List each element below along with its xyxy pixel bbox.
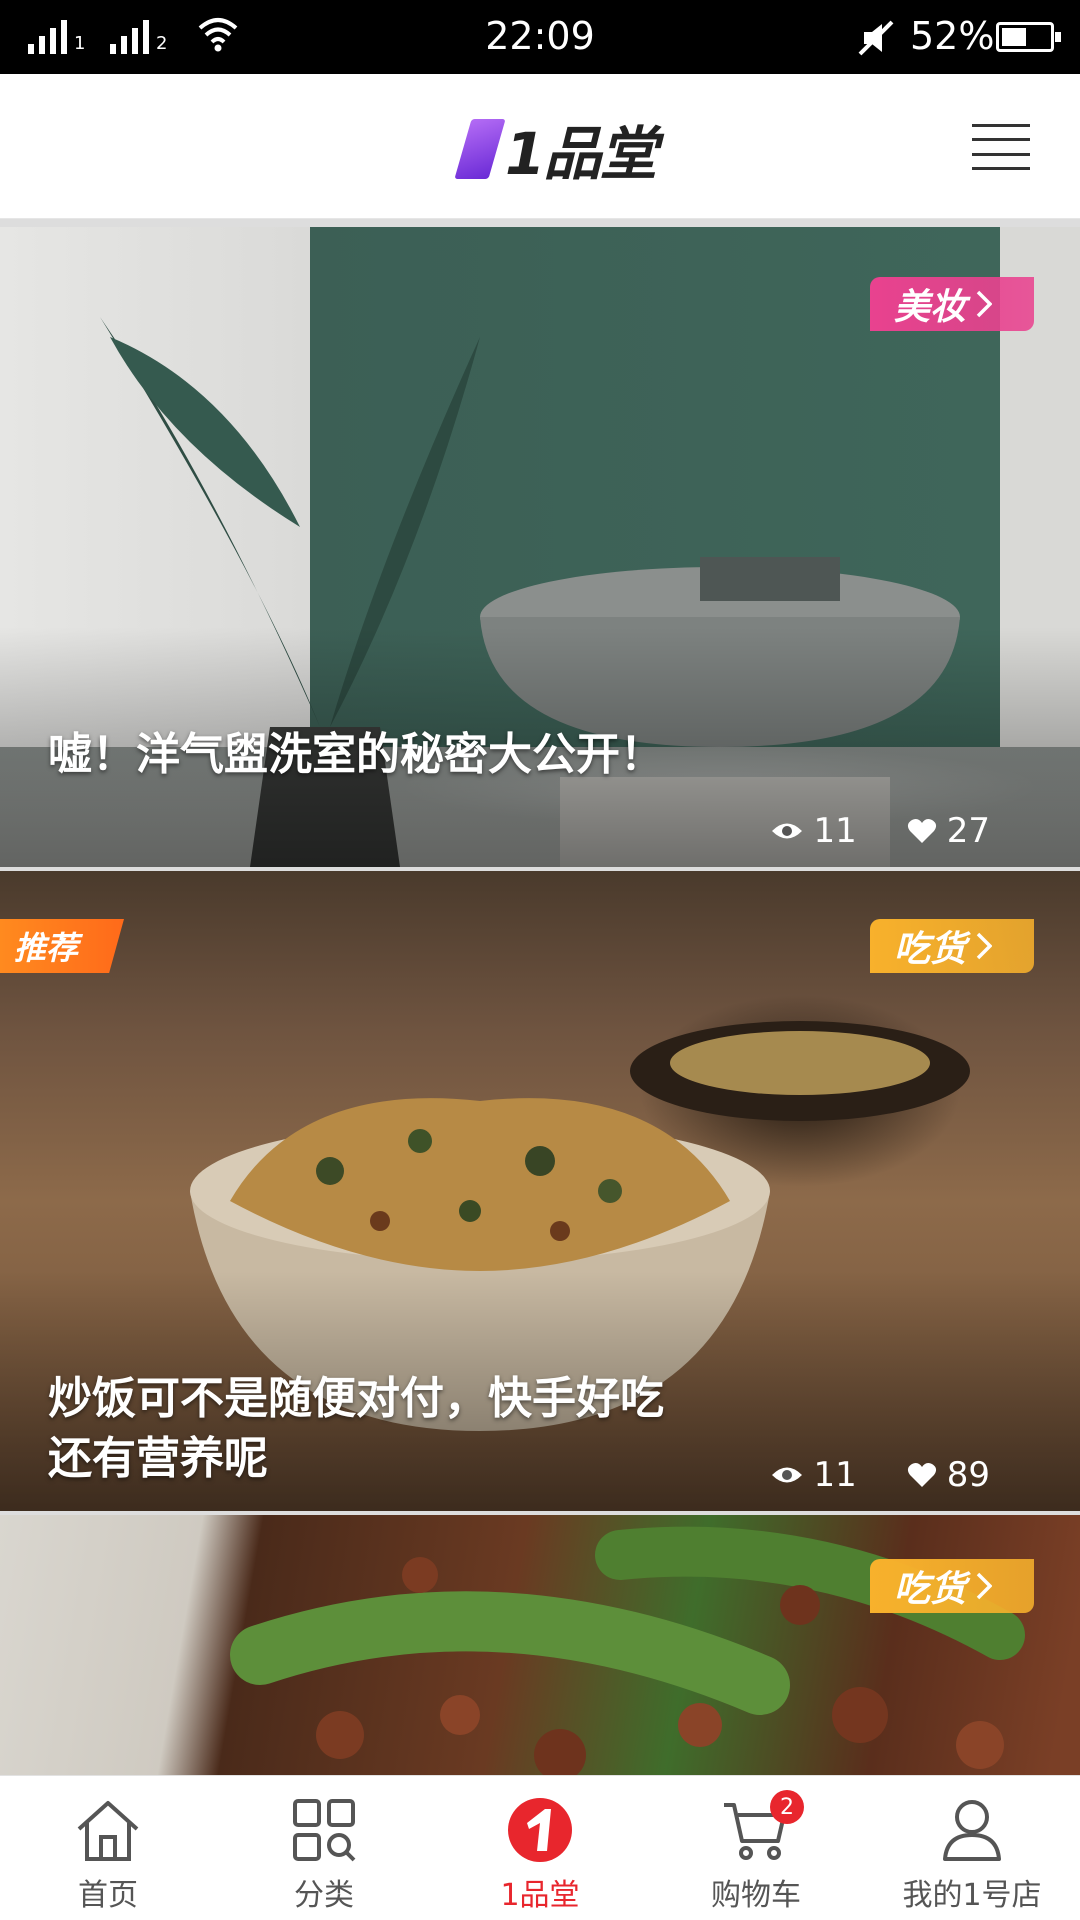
home-icon	[77, 1801, 139, 1861]
article-card[interactable]: 推荐 吃货 炒饭可不是随便对付，快手好吃还有营养呢 11 89	[0, 871, 1080, 1511]
tab-label: 首页	[78, 1878, 138, 1913]
article-feed: 美妆 嘘！洋气盥洗室的秘密大公开！ 11 27 推荐 吃货 炒饭可不是随便对付，…	[0, 219, 1080, 1775]
chevron-right-icon	[976, 1572, 993, 1600]
category-icon	[293, 1799, 356, 1862]
status-bar: 1 2 22:09 52%	[0, 0, 1080, 74]
tab-category[interactable]: 分类	[216, 1776, 432, 1920]
article-card[interactable]: 美妆 嘘！洋气盥洗室的秘密大公开！ 11 27	[0, 227, 1080, 867]
tag-label: 吃货	[894, 929, 967, 970]
category-tag[interactable]: 吃货	[870, 1559, 1034, 1613]
category-tag[interactable]: 美妆	[870, 277, 1034, 331]
heart-icon	[907, 1463, 936, 1487]
bottom-tab-bar: 首页 分类 1品堂 2 购物车 我的1号店	[0, 1775, 1080, 1920]
profile-icon	[943, 1800, 1001, 1861]
chevron-right-icon	[976, 932, 993, 960]
tab-home[interactable]: 首页	[0, 1776, 216, 1920]
tab-cart[interactable]: 2 购物车	[648, 1776, 864, 1920]
cart-badge: 2	[770, 1790, 804, 1824]
logo: 1品堂	[454, 114, 657, 188]
recommend-badge: 推荐	[0, 919, 124, 973]
eye-icon	[772, 823, 803, 839]
view-count: 11	[813, 811, 857, 851]
tab-label: 1品堂	[500, 1878, 580, 1913]
tab-brand[interactable]: 1品堂	[432, 1776, 648, 1920]
article-title: 嘘！洋气盥洗室的秘密大公开！	[48, 729, 664, 780]
stir-fry-illustration	[230, 1526, 1025, 1775]
eye-icon	[772, 1467, 803, 1483]
category-tag[interactable]: 吃货	[870, 919, 1034, 973]
mute-icon	[858, 20, 894, 56]
article-stats: 11 89	[771, 1455, 990, 1495]
battery-percent: 52%	[910, 14, 995, 58]
tab-label: 购物车	[711, 1878, 801, 1913]
logo-mark	[454, 119, 506, 179]
view-count: 11	[813, 1455, 857, 1495]
battery-icon	[996, 22, 1061, 52]
like-count: 89	[946, 1455, 990, 1495]
chevron-right-icon	[976, 290, 993, 318]
tab-profile[interactable]: 我的1号店	[864, 1776, 1080, 1920]
article-title: 炒饭可不是随便对付，快手好吃还有营养呢	[48, 1373, 664, 1484]
tag-label: 吃货	[894, 1569, 967, 1610]
article-stats: 11 27	[771, 811, 990, 851]
app-header: 1品堂	[0, 74, 1080, 219]
menu-icon[interactable]	[972, 124, 1030, 170]
tab-label: 我的1号店	[902, 1878, 1042, 1913]
heart-icon	[907, 819, 936, 843]
tag-label: 美妆	[894, 287, 967, 328]
battery-level	[1002, 28, 1026, 46]
like-count: 27	[946, 811, 990, 851]
brand-icon	[508, 1798, 572, 1862]
tab-label: 分类	[294, 1878, 354, 1913]
logo-text: 1品堂	[505, 120, 657, 188]
article-card[interactable]: 吃货	[0, 1515, 1080, 1775]
